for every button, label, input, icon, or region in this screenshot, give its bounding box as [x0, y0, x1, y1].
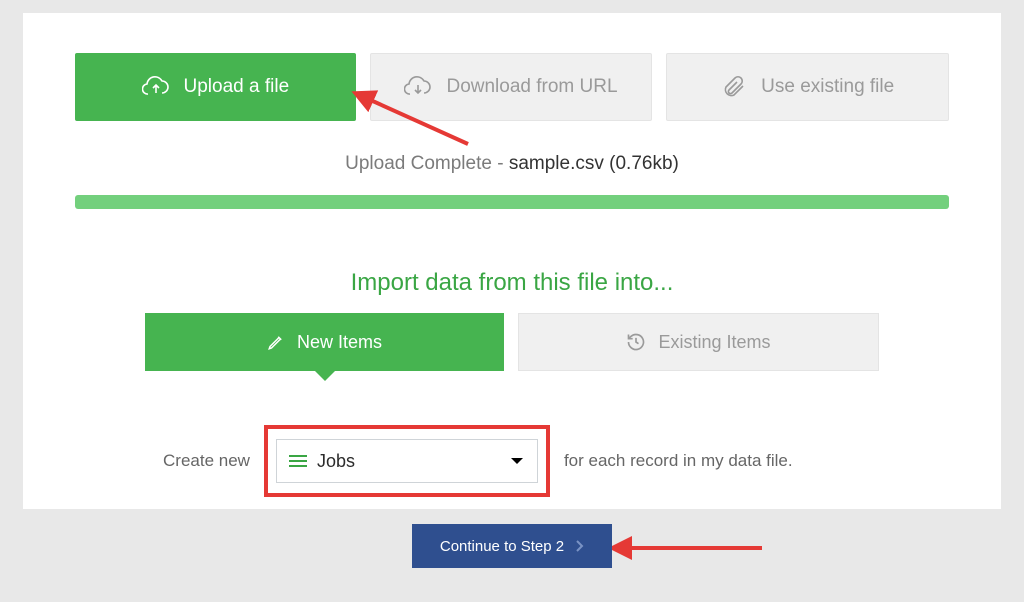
upload-status-prefix: Upload Complete -	[345, 153, 509, 174]
tab-upload-label: Upload a file	[184, 76, 290, 98]
upload-status: Upload Complete - sample.csv (0.76kb)	[23, 153, 1001, 175]
continue-button-label: Continue to Step 2	[440, 538, 564, 555]
paperclip-icon	[721, 75, 747, 99]
source-tab-row: Upload a file Download from URL Use exis…	[75, 53, 949, 121]
upload-status-filename: sample.csv	[509, 153, 604, 174]
cloud-download-icon	[404, 75, 432, 99]
pencil-icon	[267, 333, 285, 351]
tab-new-items-label: New Items	[297, 332, 382, 353]
tab-existing-items[interactable]: Existing Items	[518, 313, 879, 371]
upload-status-size: (0.76kb)	[604, 153, 679, 174]
annotation-highlight-box: Jobs	[264, 425, 550, 497]
tab-download-url[interactable]: Download from URL	[370, 53, 653, 121]
tab-upload-file[interactable]: Upload a file	[75, 53, 356, 121]
chevron-right-icon	[574, 539, 584, 553]
import-mode-row: New Items Existing Items	[145, 313, 879, 371]
tab-download-label: Download from URL	[446, 76, 617, 98]
tab-existing-file[interactable]: Use existing file	[666, 53, 949, 121]
import-panel: Upload a file Download from URL Use exis…	[22, 12, 1002, 510]
sentence-after: for each record in my data file.	[564, 451, 793, 471]
import-heading: Import data from this file into...	[23, 269, 1001, 297]
sentence-before: Create new	[163, 451, 250, 471]
annotation-arrow-continue	[612, 530, 772, 570]
history-icon	[626, 332, 646, 352]
tab-existing-items-label: Existing Items	[658, 332, 770, 353]
post-type-select-value: Jobs	[317, 451, 355, 472]
create-new-sentence: Create new Jobs for each record in my da…	[163, 425, 861, 497]
tab-existing-label: Use existing file	[761, 76, 894, 98]
chevron-down-icon	[511, 458, 523, 470]
cloud-upload-icon	[142, 75, 170, 99]
tab-new-items[interactable]: New Items	[145, 313, 504, 371]
continue-button[interactable]: Continue to Step 2	[412, 524, 612, 568]
list-icon	[289, 460, 307, 462]
upload-progress-bar	[75, 195, 949, 209]
post-type-select[interactable]: Jobs	[276, 439, 538, 483]
